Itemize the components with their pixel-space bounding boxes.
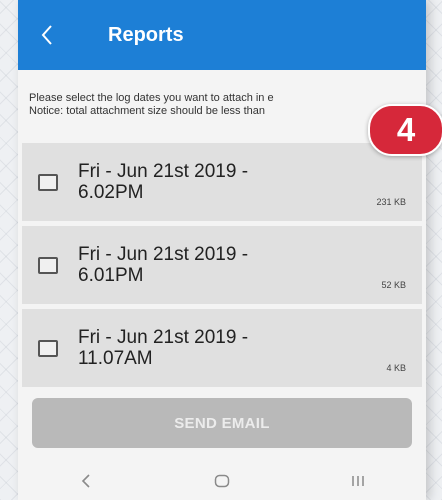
android-nav-bar — [18, 462, 426, 500]
nav-home-button[interactable] — [202, 466, 242, 496]
log-checkbox[interactable] — [38, 339, 58, 357]
log-date-line-1: Fri - Jun 21st 2019 - — [78, 327, 249, 348]
log-item[interactable]: Fri - Jun 21st 2019 - 11.07AM 4 KB — [22, 309, 422, 387]
log-date-label: Fri - Jun 21st 2019 - 11.07AM — [78, 327, 318, 369]
log-date-label: Fri - Jun 21st 2019 - 6.02PM — [78, 161, 318, 203]
log-item[interactable]: Fri - Jun 21st 2019 - 6.02PM 231 KB — [22, 143, 422, 221]
log-date-label: Fri - Jun 21st 2019 - 6.01PM — [78, 244, 318, 286]
log-size: 52 KB — [381, 280, 406, 290]
notice-line-2: Notice: total attachment size should be … — [29, 105, 266, 117]
log-date-line-2: 6.01PM — [78, 265, 144, 286]
log-item[interactable]: Fri - Jun 21st 2019 - 6.01PM 52 KB — [22, 226, 422, 304]
log-date-line-1: Fri - Jun 21st 2019 - — [78, 161, 249, 182]
nav-recents-button[interactable] — [338, 466, 378, 496]
log-date-line-2: 6.02PM — [78, 182, 144, 203]
chevron-left-icon — [41, 25, 52, 45]
send-email-button[interactable]: SEND EMAIL — [32, 398, 412, 448]
log-checkbox[interactable] — [38, 256, 58, 274]
notice-line-1: Please select the log dates you want to … — [29, 92, 274, 104]
back-button[interactable] — [18, 0, 76, 70]
log-date-line-1: Fri - Jun 21st 2019 - — [78, 244, 249, 265]
step-number-badge: 4 — [368, 104, 442, 156]
nav-home-icon — [214, 474, 230, 488]
log-date-line-2: 11.07AM — [78, 348, 153, 369]
nav-recents-icon — [352, 476, 364, 486]
nav-back-icon — [81, 474, 90, 488]
phone-screen: Reports Please select the log dates you … — [18, 0, 426, 500]
log-size: 231 KB — [376, 197, 406, 207]
notice-text: Please select the log dates you want to … — [29, 92, 419, 118]
app-bar: Reports — [18, 0, 426, 70]
nav-back-button[interactable] — [66, 466, 106, 496]
page-title: Reports — [108, 23, 184, 46]
log-checkbox[interactable] — [38, 173, 58, 191]
log-size: 4 KB — [386, 363, 406, 373]
